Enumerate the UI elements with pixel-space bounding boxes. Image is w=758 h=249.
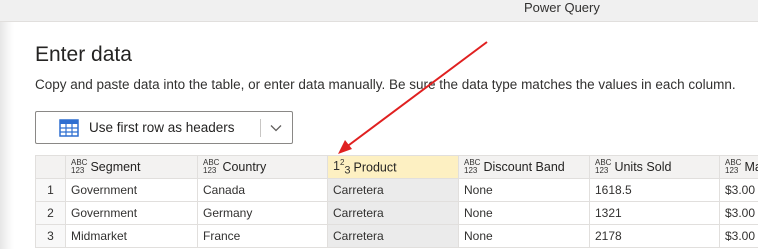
type-any-icon[interactable]: ABC 123 <box>725 159 741 175</box>
table-row: 2 Government Germany Carretera None 1321… <box>35 201 758 225</box>
header-row: ABC 123 Segment ABC 123 Country 123 Product A… <box>35 155 758 179</box>
use-first-row-as-headers-button[interactable]: Use first row as headers <box>35 111 293 144</box>
type-any-icon[interactable]: ABC 123 <box>203 159 219 175</box>
window-title: Power Query <box>524 0 600 15</box>
dialog-description: Copy and paste data into the table, or e… <box>35 77 736 92</box>
table-cell[interactable]: None <box>458 201 590 225</box>
table-cell[interactable]: 1618.5 <box>589 178 720 202</box>
table-cell[interactable]: None <box>458 178 590 202</box>
table-cell[interactable]: $3.00 <box>719 201 758 225</box>
table-cell[interactable]: Government <box>65 178 198 202</box>
dialog-heading: Enter data <box>35 43 132 66</box>
table-cell[interactable]: Germany <box>197 201 328 225</box>
table-cell[interactable]: Carretera <box>327 201 459 225</box>
type-any-icon[interactable]: ABC 123 <box>71 159 87 175</box>
column-header-units-sold[interactable]: ABC 123 Units Sold <box>589 155 720 179</box>
row-number[interactable]: 1 <box>35 178 66 202</box>
chevron-down-icon[interactable] <box>269 121 283 135</box>
corner-cell[interactable] <box>35 155 66 179</box>
column-header-product[interactable]: 123 Product <box>327 155 459 179</box>
table-row: 3 Midmarket France Carretera None 2178 $… <box>35 224 758 248</box>
table-icon <box>59 118 79 137</box>
table-cell[interactable]: $3.00 <box>719 224 758 248</box>
table-cell[interactable]: France <box>197 224 328 248</box>
table-cell[interactable]: Midmarket <box>65 224 198 248</box>
use-first-row-label: Use first row as headers <box>89 120 235 135</box>
type-any-icon[interactable]: ABC 123 <box>464 159 480 175</box>
table-cell[interactable]: Government <box>65 201 198 225</box>
table-cell[interactable]: $3.00 <box>719 178 758 202</box>
column-header-segment[interactable]: ABC 123 Segment <box>65 155 198 179</box>
column-header-manufacturing-price[interactable]: ABC123Ma <box>719 155 758 179</box>
column-header-country[interactable]: ABC 123 Country <box>197 155 328 179</box>
row-number[interactable]: 3 <box>35 224 66 248</box>
type-whole-number-icon[interactable]: 123 <box>333 158 351 177</box>
data-grid: ABC 123 Segment ABC 123 Country 123 Product A… <box>35 155 758 249</box>
type-any-icon[interactable]: ABC 123 <box>595 159 611 175</box>
table-cell[interactable]: Canada <box>197 178 328 202</box>
table-cell[interactable]: 1321 <box>589 201 720 225</box>
title-bar: Power Query <box>0 0 758 22</box>
table-cell[interactable]: 2178 <box>589 224 720 248</box>
row-number[interactable]: 2 <box>35 201 66 225</box>
table-cell[interactable]: None <box>458 224 590 248</box>
column-header-discount-band[interactable]: ABC 123 Discount Band <box>458 155 590 179</box>
table-cell[interactable]: Carretera <box>327 178 459 202</box>
table-cell[interactable]: Carretera <box>327 224 459 248</box>
button-separator <box>260 119 261 137</box>
table-row: 1 Government Canada Carretera None 1618.… <box>35 178 758 202</box>
background-window <box>0 22 14 249</box>
